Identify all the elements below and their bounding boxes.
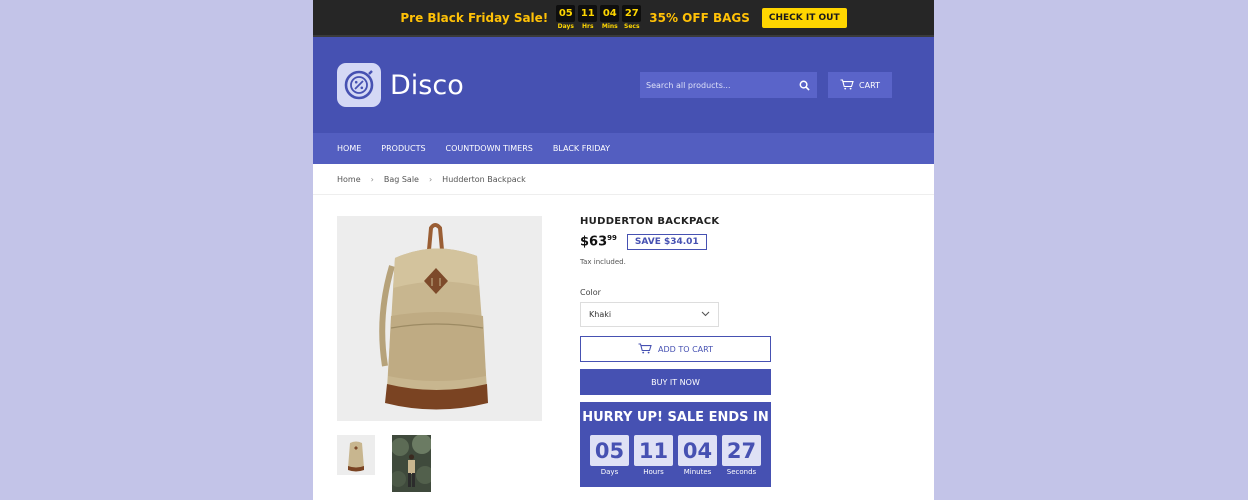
color-select[interactable]: Khaki: [580, 302, 719, 327]
cart-button[interactable]: CART: [828, 72, 892, 98]
nav-item-black-friday[interactable]: BLACK FRIDAY: [553, 144, 610, 153]
product-title: HUDDERTON BACKPACK: [580, 216, 720, 227]
countdown-days: 05 Days: [590, 435, 629, 476]
countdown-label: Hours: [643, 468, 664, 476]
promo-timer-value: 05: [556, 5, 576, 22]
promo-timer-hours: 11 Hrs: [578, 5, 598, 30]
logo-text: Disco: [390, 69, 464, 101]
promo-countdown: 05 Days 11 Hrs 04 Mins 27 Secs: [556, 5, 642, 30]
store-page: Pre Black Friday Sale! 05 Days 11 Hrs 04…: [313, 0, 934, 500]
countdown-seconds: 27 Seconds: [722, 435, 761, 476]
promo-offer: 35% OFF BAGS: [649, 10, 750, 25]
price-cents: 99: [607, 234, 617, 243]
product-price: $6399: [580, 234, 617, 249]
promo-timer-value: 11: [578, 5, 598, 22]
chevron-down-icon: [701, 310, 710, 319]
breadcrumb-current: Hudderton Backpack: [442, 174, 526, 184]
breadcrumb-separator: ›: [428, 174, 433, 184]
countdown-value: 05: [590, 435, 629, 466]
main-nav: HOME PRODUCTS COUNTDOWN TIMERS BLACK FRI…: [313, 133, 934, 164]
sale-countdown: HURRY UP! SALE ENDS IN 05 Days 11 Hours …: [580, 402, 771, 487]
site-header: Disco CART: [313, 37, 934, 133]
promo-timer-label: Days: [557, 23, 574, 30]
tax-note: Tax included.: [580, 258, 626, 266]
breadcrumb-bag-sale[interactable]: Bag Sale: [384, 175, 419, 184]
thumbnail-image: [337, 435, 375, 475]
thumbnail-backpack[interactable]: [337, 435, 375, 475]
promo-bar: Pre Black Friday Sale! 05 Days 11 Hrs 04…: [313, 0, 934, 37]
promo-text: Pre Black Friday Sale!: [400, 10, 549, 25]
promo-timer-label: Hrs: [582, 23, 594, 30]
nav-item-home[interactable]: HOME: [337, 144, 361, 153]
promo-timer-value: 04: [600, 5, 620, 22]
promo-timer-label: Mins: [601, 23, 618, 30]
price-row: $6399 SAVE $34.01: [580, 234, 775, 250]
color-label: Color: [580, 288, 601, 297]
countdown-hours: 11 Hours: [634, 435, 673, 476]
thumbnail-lifestyle[interactable]: [392, 435, 431, 492]
buy-it-now-button[interactable]: BUY IT NOW: [580, 369, 771, 395]
cart-label: CART: [859, 80, 880, 90]
thumbnail-image: [392, 435, 431, 492]
search-bar: [640, 72, 817, 98]
store-logo[interactable]: Disco: [337, 63, 464, 107]
countdown-title: HURRY UP! SALE ENDS IN: [582, 410, 769, 425]
countdown-minutes: 04 Minutes: [678, 435, 717, 476]
cart-icon: [840, 78, 854, 92]
add-to-cart-button[interactable]: ADD TO CART: [580, 336, 771, 362]
save-badge: SAVE $34.01: [626, 234, 707, 250]
search-input[interactable]: [640, 80, 791, 90]
backpack-image: [379, 223, 488, 410]
countdown-label: Seconds: [726, 468, 757, 476]
color-select-value: Khaki: [589, 310, 612, 319]
discount-badge-icon: [337, 63, 381, 107]
promo-timer-value: 27: [622, 5, 642, 22]
promo-timer-days: 05 Days: [556, 5, 576, 30]
breadcrumb: Home › Bag Sale › Hudderton Backpack: [313, 164, 934, 195]
add-to-cart-label: ADD TO CART: [658, 344, 713, 354]
product-image[interactable]: [337, 216, 542, 421]
countdown-value: 04: [678, 435, 717, 466]
check-it-out-button[interactable]: CHECK IT OUT: [761, 7, 847, 28]
nav-item-products[interactable]: PRODUCTS: [381, 144, 425, 153]
countdown-value: 27: [722, 435, 761, 466]
breadcrumb-home[interactable]: Home: [337, 175, 361, 184]
promo-timer-label: Secs: [624, 23, 640, 30]
breadcrumb-separator: ›: [370, 174, 374, 184]
countdown-label: Days: [600, 468, 619, 476]
cart-icon: [638, 342, 652, 356]
product-info: HUDDERTON BACKPACK $6399 SAVE $34.01 Tax…: [580, 216, 775, 487]
nav-item-countdown-timers[interactable]: COUNTDOWN TIMERS: [446, 144, 533, 153]
promo-timer-minutes: 04 Mins: [600, 5, 620, 30]
countdown-timer: 05 Days 11 Hours 04 Minutes 27 Seconds: [580, 435, 771, 476]
search-icon[interactable]: [791, 72, 817, 98]
price-main: $63: [580, 234, 608, 250]
countdown-label: Minutes: [683, 468, 712, 476]
promo-timer-seconds: 27 Secs: [622, 5, 642, 30]
countdown-value: 11: [634, 435, 673, 466]
